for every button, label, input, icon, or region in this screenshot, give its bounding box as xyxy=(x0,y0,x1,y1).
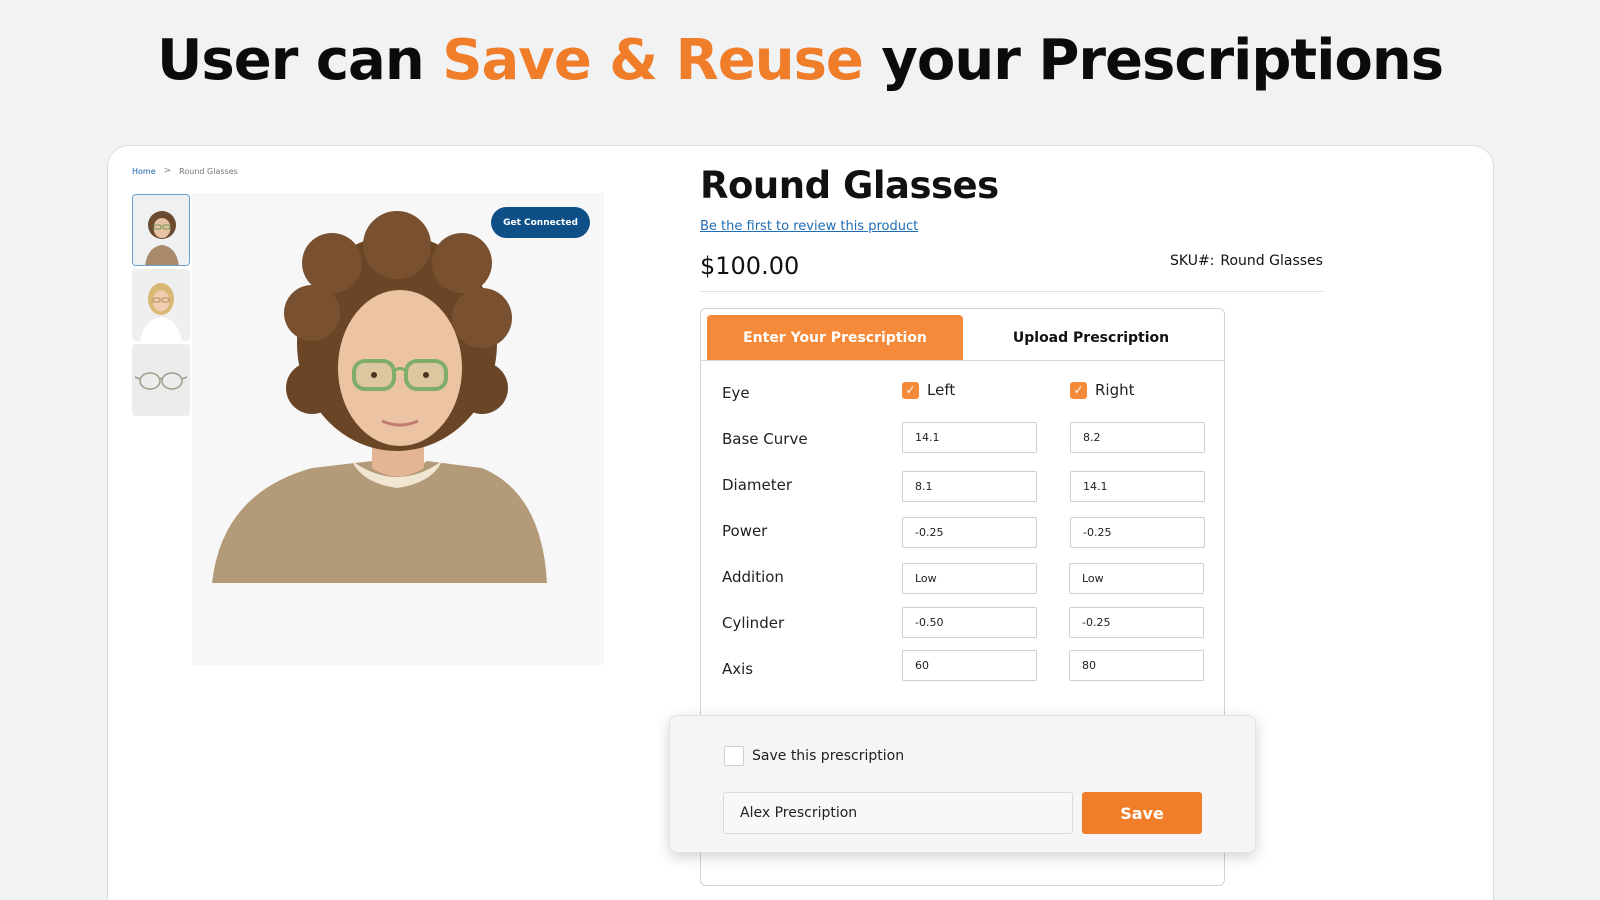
thumbnail-person-blonde[interactable] xyxy=(132,269,190,341)
breadcrumb-separator: > xyxy=(163,166,172,176)
thumbnail-glasses-frame[interactable] xyxy=(132,344,190,416)
product-price: $100.00 xyxy=(700,252,800,280)
thumbnail-person-curly-hair[interactable] xyxy=(132,194,190,266)
cylinder-left-field[interactable]: -0.50 xyxy=(902,607,1037,638)
left-eye-label: Left xyxy=(927,381,956,399)
base-curve-label: Base Curve xyxy=(722,430,808,448)
right-eye-label: Right xyxy=(1095,381,1135,399)
tab-enter-prescription[interactable]: Enter Your Prescription xyxy=(707,315,963,360)
addition-label: Addition xyxy=(722,568,784,586)
eye-label: Eye xyxy=(722,384,750,402)
base-curve-left-field[interactable]: 14.1 xyxy=(902,422,1037,453)
save-button[interactable]: Save xyxy=(1082,792,1202,834)
breadcrumb-current: Round Glasses xyxy=(179,166,238,176)
review-link[interactable]: Be the first to review this product xyxy=(700,219,918,234)
sku-label: SKU#: xyxy=(1170,253,1215,269)
save-prescription-checkbox[interactable]: Save this prescription xyxy=(724,746,904,766)
checkbox-box[interactable] xyxy=(724,746,744,766)
addition-left-field[interactable]: Low xyxy=(902,563,1037,594)
cylinder-right-field[interactable]: -0.25 xyxy=(1069,607,1204,638)
divider xyxy=(700,291,1325,292)
diameter-left-field[interactable]: 8.1 xyxy=(902,471,1037,502)
get-connected-button[interactable]: Get Connected xyxy=(491,207,590,238)
product-title: Round Glasses xyxy=(700,164,999,207)
headline-accent: Save & Reuse xyxy=(442,28,864,93)
sku-value: Round Glasses xyxy=(1220,253,1323,269)
headline-part-1: User can xyxy=(156,28,443,93)
power-right-field[interactable]: -0.25 xyxy=(1070,517,1205,548)
person-curly-hair-thumbnail xyxy=(133,195,189,265)
right-eye-checkbox[interactable]: ✓ Right xyxy=(1070,381,1135,399)
save-prescription-label: Save this prescription xyxy=(752,748,905,764)
product-sku: SKU#: Round Glasses xyxy=(1170,253,1323,269)
left-eye-checkbox[interactable]: ✓ Left xyxy=(902,381,955,399)
diameter-right-field[interactable]: 14.1 xyxy=(1070,471,1205,502)
model-wearing-glasses-image xyxy=(192,193,604,665)
axis-left-field[interactable]: 60 xyxy=(902,650,1037,681)
tab-upload-prescription[interactable]: Upload Prescription xyxy=(963,315,1219,360)
checkmark-icon: ✓ xyxy=(1070,381,1087,399)
cylinder-label: Cylinder xyxy=(722,614,785,632)
tab-divider xyxy=(701,360,1224,361)
breadcrumb: Home > Round Glasses xyxy=(132,166,238,176)
breadcrumb-home-link[interactable]: Home xyxy=(132,167,156,176)
axis-label: Axis xyxy=(722,660,754,678)
axis-right-field[interactable]: 80 xyxy=(1069,650,1204,681)
prescription-name-input[interactable]: Alex Prescription xyxy=(723,792,1073,834)
diameter-label: Diameter xyxy=(722,476,793,494)
product-main-image xyxy=(192,193,604,665)
checkmark-icon: ✓ xyxy=(902,381,919,399)
base-curve-right-field[interactable]: 8.2 xyxy=(1070,422,1205,453)
page-headline: User can Save & Reuse your Prescriptions xyxy=(0,28,1600,93)
glasses-frame-thumbnail xyxy=(132,344,190,416)
person-blonde-thumbnail xyxy=(132,269,190,341)
headline-part-2: your Prescriptions xyxy=(862,28,1444,93)
power-label: Power xyxy=(722,522,768,540)
power-left-field[interactable]: -0.25 xyxy=(902,517,1037,548)
addition-right-field[interactable]: Low xyxy=(1069,563,1204,594)
